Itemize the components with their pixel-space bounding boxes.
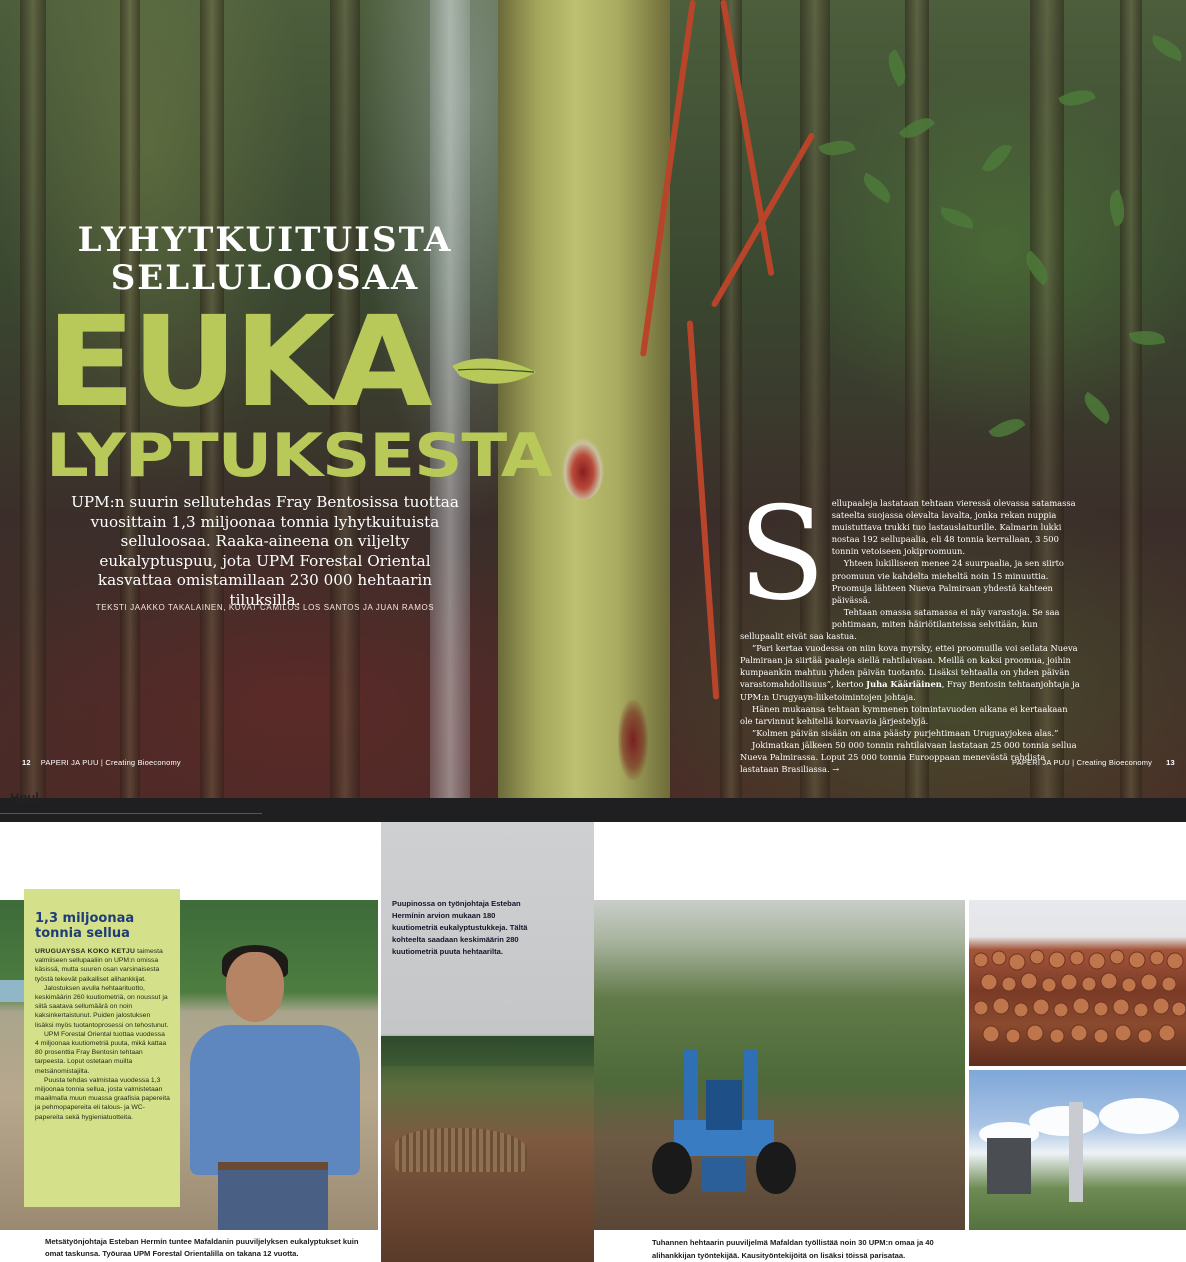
caption-supervisor: Metsätyönjohtaja Esteban Hermín tuntee M… <box>45 1237 359 1258</box>
leaf <box>988 411 1026 445</box>
person-name: Juha Kääriäinen <box>866 679 942 690</box>
person-shirt <box>190 1025 360 1175</box>
sign-fragment <box>0 980 26 1002</box>
leaf <box>1148 34 1186 62</box>
fact-box-paragraph: URUGUAYSSA KOKO KETJU taimesta valmiisee… <box>35 947 170 984</box>
cloud <box>1099 1098 1179 1134</box>
headline-line-1: LYHYTKUITUISTA <box>77 220 453 260</box>
partial-logo: Hpul <box>10 790 39 805</box>
divider-line <box>0 813 262 814</box>
body-paragraph: Hänen mukaansa tehtaan kymmenen toiminta… <box>740 703 1068 726</box>
fact-box-text: URUGUAYSSA KOKO KETJU taimesta valmiisee… <box>35 947 170 1122</box>
eucalyptus-trunk <box>498 0 670 800</box>
trunk-knot <box>562 438 604 500</box>
folio-right: PAPERI JA PUU | Creating Bioeconomy 13 <box>1012 758 1175 767</box>
folio-left-text: PAPERI JA PUU | Creating Bioeconomy <box>40 758 181 767</box>
photo-cleared-field <box>381 822 594 1262</box>
person-head <box>226 952 284 1022</box>
trunk-scar <box>618 700 648 780</box>
background-sky-gap <box>430 0 470 800</box>
background-tree-trunk <box>720 0 742 800</box>
log-pile <box>395 1128 527 1172</box>
log-ends <box>973 949 1186 1044</box>
caption-log-pile: Puupinossa on työnjohtaja Esteban Hermín… <box>392 899 528 956</box>
background-tree-trunk <box>1120 0 1142 800</box>
fact-box-paragraph: Jalostuksen avulla hehtaarituotto, keski… <box>35 984 169 1029</box>
fact-box: 1,3 miljoonaa tonnia sellua URUGUAYSSA K… <box>24 889 180 1207</box>
red-branch <box>686 320 720 700</box>
page-number-left: 12 <box>22 758 31 767</box>
fact-box-paragraph: UPM Forestal Oriental tuottaa vuodessa 4… <box>35 1030 167 1075</box>
photo-log-stack <box>969 900 1186 1066</box>
leaf-icon <box>452 358 536 384</box>
leaf <box>938 207 976 229</box>
harvester-machine <box>652 1050 796 1194</box>
mill-building <box>987 1138 1031 1194</box>
leaf <box>1078 391 1116 425</box>
fact-box-lead: URUGUAYSSA KOKO KETJU <box>35 948 136 955</box>
magazine-spread: LYHYTKUITUISTA SELLULOOSAA EUKA LYPTUKSE… <box>0 0 1186 800</box>
background-tree-trunk <box>20 0 46 800</box>
lede-paragraph: UPM:n suurin sellutehdas Fray Bentosissa… <box>71 493 459 609</box>
leaf <box>981 139 1013 177</box>
body-paragraph: ”Pari kertaa vuodessa on niin kova myrsk… <box>740 642 1082 702</box>
headline-euka: EUKA <box>46 290 433 435</box>
photo-harvester-plantation <box>594 900 965 1230</box>
folio-left: 12 PAPERI JA PUU | Creating Bioeconomy <box>22 758 181 767</box>
byline: TEKSTI JAAKKO TAKALAINEN, KUVAT CAMILOS … <box>95 603 435 612</box>
headline-lyptuksesta: LYPTUKSESTA <box>46 421 553 491</box>
body-paragraph: ”Kolmen päivän sisään on aina päästy pur… <box>752 727 1059 738</box>
page-number-right: 13 <box>1166 758 1175 767</box>
mill-chimney <box>1069 1102 1083 1202</box>
photo-pulp-mill <box>969 1070 1186 1230</box>
fact-box-paragraph: Puusta tehdas valmistaa vuodessa 1,3 mil… <box>35 1076 170 1121</box>
article-body: S ellupaaleja lastataan tehtaan vieressä… <box>738 480 1082 775</box>
folio-right-text: PAPERI JA PUU | Creating Bioeconomy <box>1012 758 1153 767</box>
drop-cap: S <box>738 480 826 629</box>
page-divider-strip <box>0 798 1186 822</box>
leaf <box>858 172 896 204</box>
fact-box-title: 1,3 miljoonaa tonnia sellua <box>35 911 135 941</box>
caption-plantation: Tuhannen hehtaarin puuviljelmä Mafaldan … <box>652 1238 934 1260</box>
cloud <box>1029 1106 1099 1136</box>
distant-forest <box>381 1036 594 1066</box>
person-jeans <box>218 1170 328 1230</box>
